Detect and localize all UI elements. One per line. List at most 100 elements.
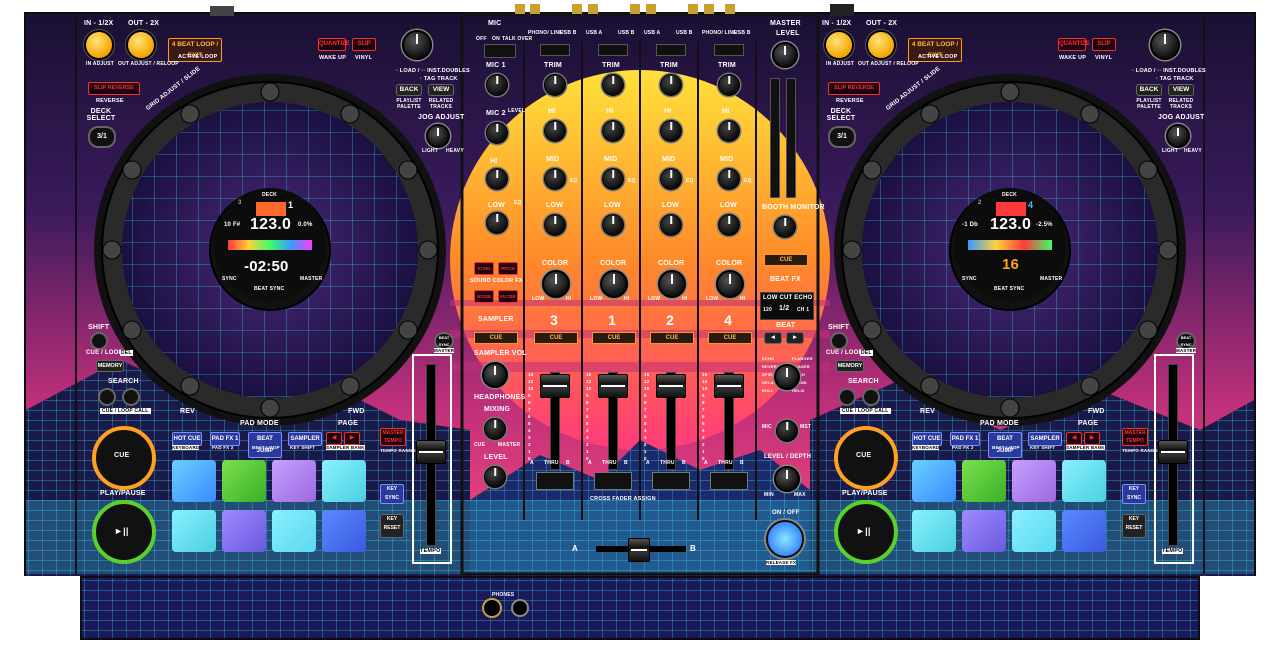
- level-depth-knob[interactable]: [774, 466, 800, 492]
- master-cue-button[interactable]: CUE: [764, 254, 808, 266]
- ch-input-switch[interactable]: [540, 44, 570, 56]
- ch-low-knob[interactable]: [660, 214, 682, 236]
- tempo-fader[interactable]: [416, 440, 446, 464]
- ch-cf-assign-switch[interactable]: [536, 472, 574, 490]
- ch-fader[interactable]: [714, 374, 744, 398]
- r-view-button[interactable]: VIEW: [1168, 84, 1194, 96]
- ch-hi-knob[interactable]: [660, 120, 682, 142]
- r-pad-5[interactable]: [912, 510, 956, 552]
- r-out-button[interactable]: [868, 32, 894, 58]
- ch-mid-knob[interactable]: [718, 168, 740, 190]
- r-page-left-button[interactable]: ◀: [1066, 432, 1082, 445]
- pad-2[interactable]: [222, 460, 266, 502]
- mic-switch[interactable]: [484, 44, 516, 58]
- search-back-button[interactable]: [98, 388, 116, 406]
- deck-select-button[interactable]: 3/1: [88, 126, 116, 148]
- ch-cf-assign-switch[interactable]: [710, 472, 748, 490]
- mic1-knob[interactable]: [486, 74, 508, 96]
- ch-trim-knob[interactable]: [660, 74, 682, 96]
- r-jog-adjust-knob[interactable]: [1166, 124, 1190, 148]
- r-pad-4[interactable]: [1062, 460, 1106, 502]
- in-button[interactable]: [86, 32, 112, 58]
- ch-input-switch[interactable]: [714, 44, 744, 56]
- pad-5[interactable]: [172, 510, 216, 552]
- pad-6[interactable]: [222, 510, 266, 552]
- beat-left-button[interactable]: ◄: [764, 332, 782, 344]
- sampler-button[interactable]: SAMPLER: [288, 432, 322, 446]
- r-memory-button[interactable]: MEMORY: [836, 360, 864, 372]
- ch-mid-knob[interactable]: [544, 168, 566, 190]
- pitch-button[interactable]: PITCH: [498, 262, 518, 275]
- noise-button[interactable]: NOISE: [474, 290, 494, 303]
- pad-fx1-button[interactable]: PAD FX 1: [210, 432, 240, 446]
- r-slip-reverse-button[interactable]: SLIP REVERSE: [828, 82, 880, 95]
- fx-on-off-button[interactable]: [766, 520, 804, 558]
- ch-color-knob[interactable]: [600, 270, 628, 298]
- ch-trim-knob[interactable]: [544, 74, 566, 96]
- ch-input-switch[interactable]: [598, 44, 628, 56]
- r-browse-knob[interactable]: [1150, 30, 1180, 60]
- ch-fader[interactable]: [598, 374, 628, 398]
- r-search-back-button[interactable]: [838, 388, 856, 406]
- hp-level-knob[interactable]: [484, 466, 506, 488]
- r-play-pause-button[interactable]: ►||: [834, 500, 898, 564]
- pad-7[interactable]: [272, 510, 316, 552]
- r-master-button[interactable]: MASTER: [1176, 348, 1197, 353]
- quantize-button[interactable]: QUANTIZE: [318, 38, 350, 51]
- r-key-reset-button[interactable]: KEY RESET: [1122, 514, 1146, 538]
- ch-hi-knob[interactable]: [544, 120, 566, 142]
- memory-button[interactable]: MEMORY: [96, 360, 124, 372]
- hot-cue-button[interactable]: HOT CUE: [172, 432, 202, 446]
- fx-select-knob[interactable]: [774, 364, 800, 390]
- r-shift-button[interactable]: [830, 332, 848, 350]
- r-pad-3[interactable]: [1012, 460, 1056, 502]
- ch-low-knob[interactable]: [718, 214, 740, 236]
- r-hot-cue-button[interactable]: HOT CUE: [912, 432, 942, 446]
- ch-cue-button[interactable]: CUE: [592, 332, 636, 344]
- page-right-button[interactable]: ▶: [344, 432, 360, 445]
- mic2-knob[interactable]: [486, 122, 508, 144]
- r-pad-fx1-button[interactable]: PAD FX 1: [950, 432, 980, 446]
- crossfader[interactable]: [628, 538, 650, 562]
- fx-channel-knob[interactable]: [776, 420, 798, 442]
- r-pad-7[interactable]: [1012, 510, 1056, 552]
- beat-right-button[interactable]: ►: [786, 332, 804, 344]
- view-button[interactable]: VIEW: [428, 84, 454, 96]
- ch-color-knob[interactable]: [658, 270, 686, 298]
- ch-cf-assign-switch[interactable]: [652, 472, 690, 490]
- mixing-knob[interactable]: [484, 418, 506, 440]
- r-in-button[interactable]: [826, 32, 852, 58]
- ch-cue-button[interactable]: CUE: [534, 332, 578, 344]
- filter-button[interactable]: FILTER: [498, 290, 518, 303]
- slip-reverse-button[interactable]: SLIP REVERSE: [88, 82, 140, 95]
- back-button[interactable]: BACK: [396, 84, 422, 96]
- page-left-button[interactable]: ◀: [326, 432, 342, 445]
- mic-low-knob[interactable]: [486, 212, 508, 234]
- r-pad-8[interactable]: [1062, 510, 1106, 552]
- r-page-right-button[interactable]: ▶: [1084, 432, 1100, 445]
- r-sampler-button[interactable]: SAMPLER: [1028, 432, 1062, 446]
- ch-cue-button[interactable]: CUE: [650, 332, 694, 344]
- ch-mid-knob[interactable]: [602, 168, 624, 190]
- r-cue-button[interactable]: CUE: [834, 426, 898, 490]
- ch-fader[interactable]: [540, 374, 570, 398]
- master-level-knob[interactable]: [772, 42, 798, 68]
- ch-low-knob[interactable]: [544, 214, 566, 236]
- ch-trim-knob[interactable]: [718, 74, 740, 96]
- pad-3[interactable]: [272, 460, 316, 502]
- sampler-vol-knob[interactable]: [482, 362, 508, 388]
- r-deck-select-button[interactable]: 3/1: [828, 126, 856, 148]
- master-tempo-button[interactable]: MASTER TEMPO: [380, 428, 406, 446]
- ch-mid-knob[interactable]: [660, 168, 682, 190]
- r-pad-2[interactable]: [962, 460, 1006, 502]
- r-quantize-button[interactable]: QUANTIZE: [1058, 38, 1090, 51]
- ch-cue-button[interactable]: CUE: [708, 332, 752, 344]
- r-back-button[interactable]: BACK: [1136, 84, 1162, 96]
- ch-hi-knob[interactable]: [718, 120, 740, 142]
- r-master-tempo-button[interactable]: MASTER TEMPO: [1122, 428, 1148, 446]
- r-key-sync-button[interactable]: KEY SYNC: [1122, 484, 1146, 504]
- r-search-fwd-button[interactable]: [862, 388, 880, 406]
- search-fwd-button[interactable]: [122, 388, 140, 406]
- ch-input-switch[interactable]: [656, 44, 686, 56]
- ch-hi-knob[interactable]: [602, 120, 624, 142]
